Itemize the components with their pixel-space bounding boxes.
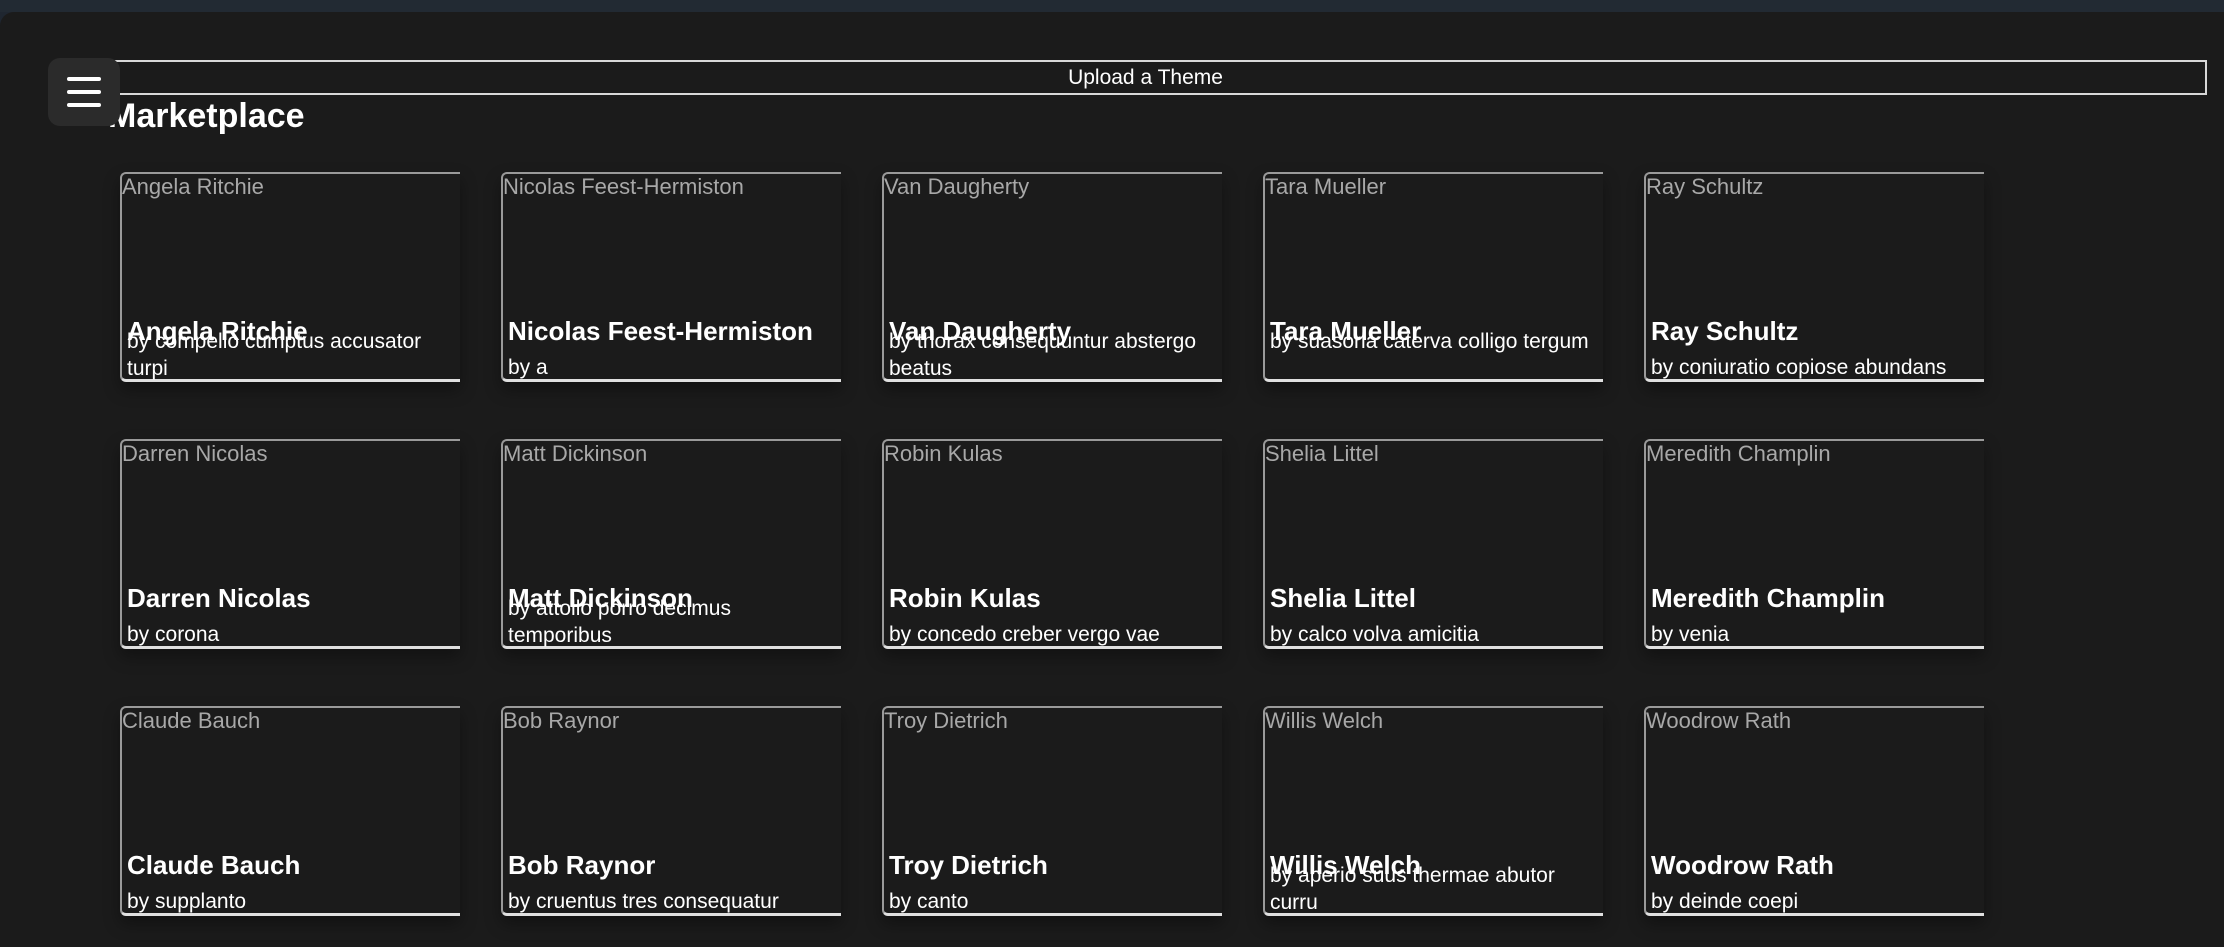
theme-thumbnail-alt-text: Bob Raynor — [503, 708, 620, 733]
theme-title: Robin Kulas — [889, 583, 1041, 613]
theme-card[interactable]: Claude Bauch Claude Bauch by supplanto — [120, 706, 460, 916]
theme-author: by thorax consequuntur abstergo beatus — [889, 330, 1197, 380]
theme-card[interactable]: Tara Mueller Tara Mueller by suasoria cate… — [1263, 172, 1603, 382]
theme-thumbnail-alt-text: Matt Dickinson — [503, 441, 648, 466]
theme-author: by coniuratio copiose abundans — [1651, 356, 1947, 379]
theme-card[interactable]: Van Daugherty Van Daugherty by thorax cons… — [882, 172, 1222, 382]
page-title: Marketplace — [108, 97, 305, 135]
theme-thumbnail-alt-text: Nicolas Feest-Hermiston — [503, 174, 744, 199]
theme-author: by a — [508, 356, 548, 379]
theme-title: Claude Bauch — [127, 850, 301, 880]
theme-thumbnail-alt-text: Claude Bauch — [122, 708, 261, 733]
theme-card[interactable]: Robin Kulas Robin Kulas by concedo creber … — [882, 439, 1222, 649]
theme-author: by calco volva amicitia — [1270, 623, 1479, 646]
theme-title: Bob Raynor — [508, 850, 656, 880]
theme-thumbnail-alt-text: Troy Dietrich — [884, 708, 1008, 733]
theme-thumbnail-alt-text: Angela Ritchie — [122, 174, 264, 199]
theme-thumbnail-alt-text: Meredith Champlin — [1646, 441, 1831, 466]
theme-thumbnail-alt-text: Tara Mueller — [1265, 174, 1387, 199]
theme-thumbnail-alt-text: Shelia Littel — [1265, 441, 1379, 466]
theme-author: by attollo porro decimus temporibus — [508, 597, 731, 647]
theme-card[interactable]: Matt Dickinson Matt Dickinson by attollo p… — [501, 439, 841, 649]
theme-card[interactable]: Darren Nicolas Darren Nicolas by corona — [120, 439, 460, 649]
theme-title: Shelia Littel — [1270, 583, 1416, 613]
theme-author: by corona — [127, 623, 220, 646]
theme-thumbnail-alt-text: Robin Kulas — [884, 441, 1003, 466]
theme-title: Woodrow Rath — [1651, 850, 1834, 880]
theme-card[interactable]: Troy Dietrich Troy Dietrich by canto — [882, 706, 1222, 916]
theme-title: Ray Schultz — [1651, 316, 1799, 346]
theme-author: by deinde coepi — [1651, 890, 1799, 913]
theme-card[interactable]: Angela Ritchie Angela Ritchie by compello … — [120, 172, 460, 382]
theme-card[interactable]: Nicolas Feest-Hermiston Nicolas Feest-Her… — [501, 172, 841, 382]
theme-title: Troy Dietrich — [889, 850, 1048, 880]
theme-thumbnail-alt-text: Willis Welch — [1265, 708, 1384, 733]
theme-thumbnail-alt-text: Ray Schultz — [1646, 174, 1764, 199]
theme-author: by supplanto — [127, 890, 247, 913]
theme-title: Nicolas Feest-Hermiston — [508, 316, 813, 346]
theme-card[interactable]: Shelia Littel Shelia Littel by calco volva… — [1263, 439, 1603, 649]
theme-thumbnail-alt-text: Darren Nicolas — [122, 441, 268, 466]
theme-author: by suasoria caterva colligo tergum — [1270, 330, 1589, 353]
theme-author: by aperio suus thermae abutor curru — [1270, 864, 1555, 914]
theme-author: by compello cumptus accusator turpi — [127, 330, 422, 380]
theme-thumbnail-alt-text: Woodrow Rath — [1646, 708, 1792, 733]
theme-title: Darren Nicolas — [127, 583, 311, 613]
theme-card[interactable]: Bob Raynor Bob Raynor by cruentus tres con… — [501, 706, 841, 916]
theme-author: by concedo creber vergo vae — [889, 623, 1160, 646]
theme-author: by venia — [1651, 623, 1730, 646]
theme-card[interactable]: Willis Welch Willis Welch by aperio suus t… — [1263, 706, 1603, 916]
theme-author: by cruentus tres consequatur — [508, 890, 779, 913]
os-top-bar — [0, 0, 2224, 12]
app-window: Upload a Theme Marketplace Angela Ritchi… — [0, 12, 2224, 947]
theme-card[interactable]: Meredith Champlin Meredith Champlin by ven… — [1644, 439, 1984, 649]
upload-theme-button[interactable]: Upload a Theme — [84, 60, 2207, 95]
hamburger-menu-icon[interactable] — [48, 58, 120, 126]
theme-card[interactable]: Ray Schultz Ray Schultz by coniuratio copi… — [1644, 172, 1984, 382]
theme-thumbnail-alt-text: Van Daugherty — [884, 174, 1030, 199]
theme-author: by canto — [889, 890, 969, 913]
theme-card[interactable]: Woodrow Rath Woodrow Rath by deinde coepi — [1644, 706, 1984, 916]
theme-title: Meredith Champlin — [1651, 583, 1886, 613]
